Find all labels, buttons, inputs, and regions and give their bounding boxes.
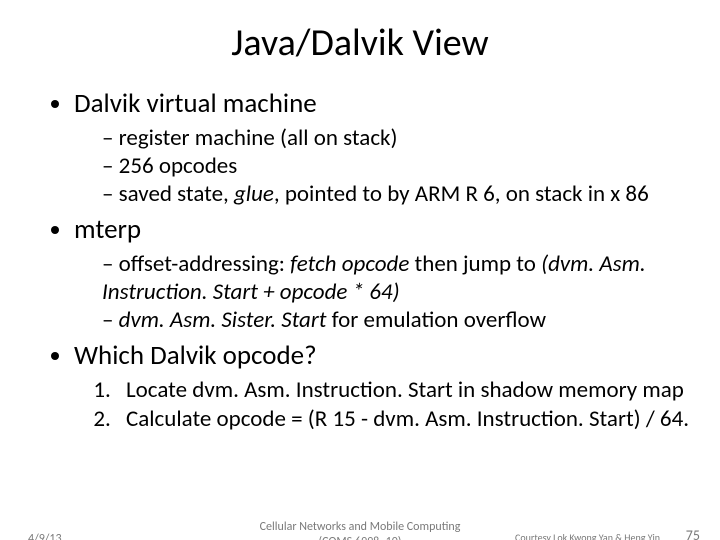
text: saved state, (119, 180, 234, 208)
bullet-text: mterp (74, 213, 141, 246)
sub-list: register machine (all on stack) 256 opco… (74, 124, 690, 208)
sub-item: dvm. Asm. Sister. Start for emulation ov… (102, 306, 690, 334)
slide-body: Dalvik virtual machine register machine … (0, 88, 720, 433)
sub-list: offset-addressing: fetch opcode then jum… (74, 250, 690, 334)
bullet-text: Dalvik virtual machine (74, 87, 317, 120)
sub-item: 256 opcodes (102, 152, 690, 180)
footer-page-number: 75 (686, 527, 700, 540)
text: for emulation overflow (326, 306, 546, 334)
text: , pointed to by ARM R 6, on stack in x 8… (274, 180, 649, 208)
bullet-dalvik-vm: Dalvik virtual machine register machine … (74, 88, 690, 208)
footer-course: Cellular Networks and Mobile Computing (260, 520, 461, 534)
text: then jump to (409, 250, 541, 278)
sub-item: offset-addressing: fetch opcode then jum… (102, 250, 690, 306)
em-text: dvm. Asm. Sister. Start (119, 306, 327, 334)
em-text: glue (234, 180, 274, 208)
footer-credit: Courtesy Lok Kwong Yan & Heng Yin (515, 531, 660, 540)
sub-item: saved state, glue, pointed to by ARM R 6… (102, 180, 690, 208)
bullet-mterp: mterp offset-addressing: fetch opcode th… (74, 214, 690, 334)
bullet-which-opcode: Which Dalvik opcode? Locate dvm. Asm. In… (74, 340, 690, 433)
num-item: Locate dvm. Asm. Instruction. Start in s… (116, 376, 690, 405)
numbered-list: Locate dvm. Asm. Instruction. Start in s… (74, 376, 690, 434)
em-text: fetch opcode (290, 250, 409, 278)
text: offset-addressing: (119, 250, 290, 278)
slide-title: Java/Dalvik View (0, 20, 720, 66)
num-item: Calculate opcode = (R 15 - dvm. Asm. Ins… (116, 405, 690, 434)
bullet-list: Dalvik virtual machine register machine … (48, 88, 690, 433)
sub-item: register machine (all on stack) (102, 124, 690, 152)
bullet-text: Which Dalvik opcode? (74, 339, 317, 372)
slide: Java/Dalvik View Dalvik virtual machine … (0, 20, 720, 540)
footer-course-code: (COMS 6998 -10) (319, 535, 402, 540)
